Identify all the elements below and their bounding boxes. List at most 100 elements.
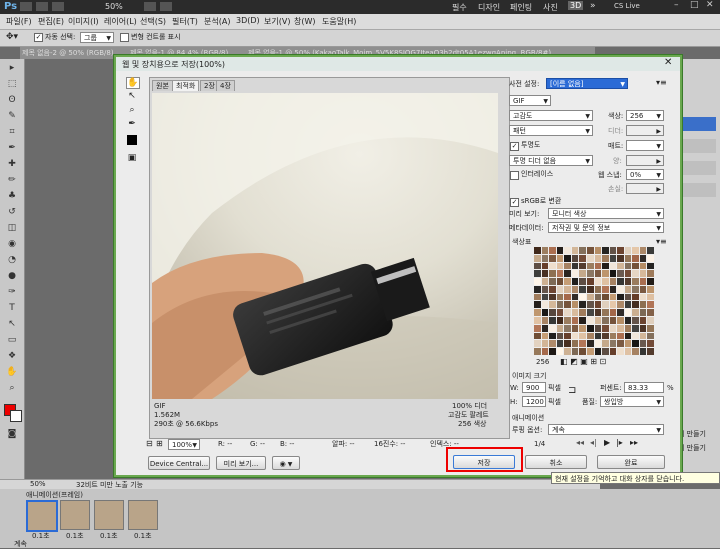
color-swatch[interactable]: [609, 348, 617, 355]
play-icon[interactable]: ▶: [604, 438, 610, 447]
color-swatch[interactable]: [541, 293, 549, 301]
color-swatch[interactable]: [617, 278, 624, 285]
healing-icon[interactable]: ✚: [5, 159, 19, 171]
preview-button[interactable]: 미리 보기...: [216, 456, 266, 470]
reduction-dropdown[interactable]: 고감도 ▼: [509, 110, 593, 121]
color-swatch[interactable]: [556, 324, 564, 332]
color-swatch[interactable]: [617, 348, 624, 355]
color-swatch[interactable]: [534, 317, 541, 324]
color-swatch[interactable]: [639, 324, 647, 332]
color-swatch[interactable]: [579, 317, 586, 324]
color-swatch[interactable]: [617, 301, 624, 309]
color-swatch[interactable]: [571, 332, 579, 340]
toggle-slices-icon[interactable]: ▣: [126, 153, 138, 163]
menu-image[interactable]: 이미지(I): [68, 16, 99, 27]
color-swatch[interactable]: [579, 324, 586, 332]
tab-optimized[interactable]: 최적화: [172, 80, 200, 91]
color-swatch[interactable]: [541, 317, 549, 324]
color-swatch[interactable]: [639, 254, 647, 262]
color-swatch[interactable]: [594, 301, 602, 309]
layer-thumb[interactable]: [676, 139, 716, 153]
color-swatch[interactable]: [632, 270, 639, 278]
color-swatch[interactable]: [617, 309, 624, 317]
clone-stamp-icon[interactable]: ♣: [5, 191, 19, 203]
color-swatch[interactable]: [549, 309, 556, 317]
color-swatch[interactable]: [639, 247, 647, 254]
color-swatch[interactable]: [579, 348, 586, 355]
color-swatch[interactable]: [594, 278, 602, 285]
color-swatch[interactable]: [549, 278, 556, 285]
color-swatch[interactable]: [602, 262, 609, 270]
zoom-out-icon[interactable]: ⊟: [146, 439, 153, 448]
color-swatch[interactable]: [632, 247, 639, 254]
color-swatch[interactable]: [564, 317, 571, 324]
color-swatch[interactable]: [571, 301, 579, 309]
color-swatch[interactable]: [617, 293, 624, 301]
color-swatch[interactable]: [541, 254, 549, 262]
color-swatch[interactable]: [534, 293, 541, 301]
color-swatch[interactable]: [571, 285, 579, 293]
next-frame-icon[interactable]: |▸: [616, 438, 623, 447]
color-swatch[interactable]: [564, 278, 571, 285]
color-swatch[interactable]: [594, 270, 602, 278]
zoom-dropdown[interactable]: 100% ▼: [168, 439, 200, 450]
color-swatch[interactable]: [564, 309, 571, 317]
path-select-icon[interactable]: ↖: [5, 319, 19, 331]
color-swatch[interactable]: [556, 247, 564, 254]
color-swatch[interactable]: [571, 270, 579, 278]
3d-rotate-icon[interactable]: ❖: [5, 351, 19, 363]
menu-3d[interactable]: 3D(D): [236, 16, 260, 25]
shape-icon[interactable]: ▭: [5, 335, 19, 347]
websnap-field[interactable]: 0% ▼: [626, 169, 664, 180]
color-swatch[interactable]: [534, 348, 541, 355]
color-swatch[interactable]: [639, 278, 647, 285]
color-swatch[interactable]: [564, 285, 571, 293]
color-swatch[interactable]: [541, 278, 549, 285]
color-swatch[interactable]: [571, 278, 579, 285]
color-swatch[interactable]: [602, 348, 609, 355]
lasso-icon[interactable]: ʘ: [5, 95, 19, 107]
pen-icon[interactable]: ✑: [5, 287, 19, 299]
color-swatch[interactable]: [556, 317, 564, 324]
color-swatch[interactable]: [549, 348, 556, 355]
color-swatch[interactable]: [647, 247, 654, 254]
color-swatch[interactable]: [594, 332, 602, 340]
animation-panel-title[interactable]: 애니메이션(프레임): [26, 490, 83, 500]
hand-icon[interactable]: [144, 2, 156, 11]
color-swatch[interactable]: [647, 262, 654, 270]
auto-select-dropdown[interactable]: 그룹 ▼: [80, 32, 114, 43]
color-table-menu-icon[interactable]: ▾≡: [656, 237, 667, 246]
color-swatch[interactable]: [579, 278, 586, 285]
slice-select-icon[interactable]: ↖: [126, 91, 138, 101]
browser-select-button[interactable]: ◉ ▼: [272, 456, 300, 470]
color-swatch[interactable]: [579, 301, 586, 309]
color-swatch[interactable]: [556, 254, 564, 262]
color-swatch[interactable]: [571, 348, 579, 355]
color-swatch[interactable]: [639, 301, 647, 309]
color-swatch[interactable]: [594, 340, 602, 348]
done-button[interactable]: 완료: [597, 455, 665, 469]
color-swatch[interactable]: [549, 270, 556, 278]
color-swatch[interactable]: [594, 348, 602, 355]
color-swatch[interactable]: [549, 340, 556, 348]
transparency-checkbox[interactable]: ✓: [510, 142, 519, 151]
color-swatch[interactable]: [632, 340, 639, 348]
color-swatch[interactable]: [639, 293, 647, 301]
color-swatch[interactable]: [647, 309, 654, 317]
color-swatch[interactable]: [571, 317, 579, 324]
color-swatch[interactable]: [617, 317, 624, 324]
color-swatch[interactable]: [549, 301, 556, 309]
height-input[interactable]: 1200: [522, 396, 546, 407]
frame-delay-3[interactable]: 0.1초: [100, 531, 118, 541]
menu-help[interactable]: 도움말(H): [322, 16, 356, 27]
color-swatch[interactable]: [617, 262, 624, 270]
maximize-icon[interactable]: □: [690, 0, 699, 10]
color-swatch[interactable]: [632, 301, 639, 309]
menu-layer[interactable]: 레이어(L): [104, 16, 137, 27]
color-swatch[interactable]: [534, 340, 541, 348]
color-swatch[interactable]: [632, 332, 639, 340]
color-swatch[interactable]: [602, 309, 609, 317]
srgb-checkbox[interactable]: ✓: [510, 198, 519, 207]
color-swatch[interactable]: [564, 293, 571, 301]
color-swatch[interactable]: [579, 270, 586, 278]
